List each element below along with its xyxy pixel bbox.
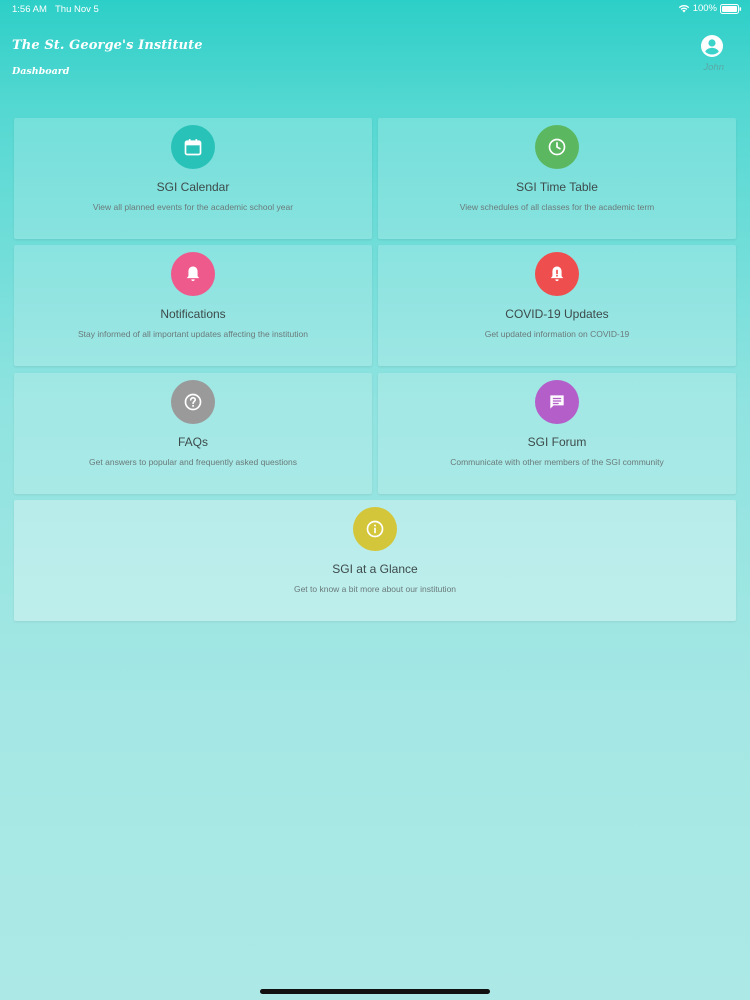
battery-percent: 100% [692,3,717,14]
sgi-time-table-card[interactable]: SGI Time Table View schedules of all cla… [378,118,736,239]
status-right: 100% [678,3,742,14]
card-title: COVID-19 Updates [505,307,609,321]
card-description: Get answers to popular and frequently as… [89,457,297,467]
bell-icon [171,252,215,296]
card-title: FAQs [177,435,208,449]
page-title: Dashboard [12,66,70,77]
chat-icon [535,380,579,424]
sgi-forum-card[interactable]: SGI Forum Communicate with other members… [378,373,736,494]
status-date: Thu Nov 5 [55,4,99,15]
account-circle-icon[interactable] [700,34,724,58]
status-bar: 1:56 AM Thu Nov 5 100% [0,0,750,18]
card-description: Stay informed of all important updates a… [78,329,308,339]
covid-updates-card[interactable]: COVID-19 Updates Get updated information… [378,245,736,366]
home-indicator[interactable] [260,989,490,994]
calendar-icon [171,125,215,169]
status-time: 1:56 AM [12,4,47,15]
sgi-calendar-card[interactable]: SGI Calendar View all planned events for… [14,118,372,239]
clock-icon [535,125,579,169]
card-title: Notifications [160,307,226,321]
user-name: John [703,62,724,73]
battery-icon [720,3,742,14]
sgi-at-a-glance-card[interactable]: SGI at a Glance Get to know a bit more a… [14,500,736,621]
app-title: The St. George's Institute [12,38,203,53]
card-description: Get to know a bit more about our institu… [293,584,457,594]
faqs-card[interactable]: FAQs Get answers to popular and frequent… [14,373,372,494]
card-description: View schedules of all classes for the ac… [459,202,655,212]
card-title: SGI Calendar [156,180,230,194]
notifications-card[interactable]: Notifications Stay informed of all impor… [14,245,372,366]
question-icon [171,380,215,424]
card-title: SGI Time Table [516,180,598,194]
wifi-icon [678,4,690,13]
card-description: Get updated information on COVID-19 [484,329,630,339]
card-description: Communicate with other members of the SG… [450,457,664,467]
alert-bell-icon [535,252,579,296]
card-title: SGI Forum [527,435,587,449]
card-title: SGI at a Glance [332,562,418,576]
card-description: View all planned events for the academic… [92,202,294,212]
info-icon [353,507,397,551]
